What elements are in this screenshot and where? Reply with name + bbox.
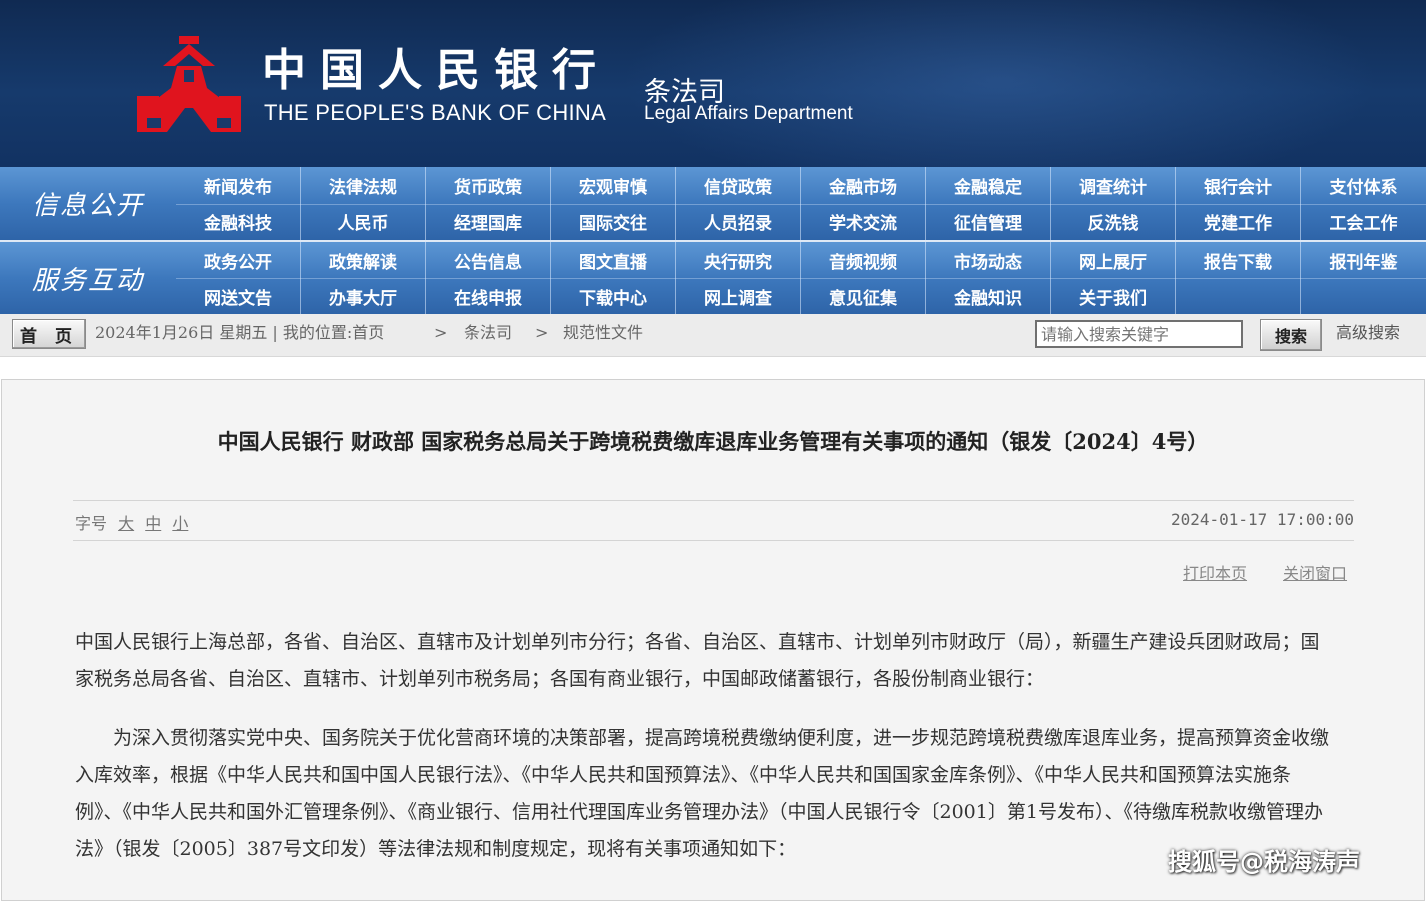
nav-item-credit-reference[interactable]: 征信管理 xyxy=(926,203,1051,240)
nav-item-party-building[interactable]: 党建工作 xyxy=(1176,203,1301,240)
breadcrumb-bar: 首 页 2024年1月26日 星期五 | 我的位置:首页 > 条法司 > 规范性… xyxy=(0,314,1426,357)
nav-item-news[interactable]: 新闻发布 xyxy=(176,167,301,204)
nav-item-empty xyxy=(1176,278,1301,314)
nav-item-treasury[interactable]: 经理国库 xyxy=(426,203,551,240)
bank-name-en: THE PEOPLE'S BANK OF CHINA xyxy=(264,100,607,125)
nav-item-report-download[interactable]: 报告下载 xyxy=(1176,242,1301,278)
nav-item-opinion-collection[interactable]: 意见征集 xyxy=(801,278,926,314)
nav-item-online-exhibition[interactable]: 网上展厅 xyxy=(1051,242,1176,278)
nav-item-financial-stability[interactable]: 金融稳定 xyxy=(926,167,1051,204)
nav-item-live-broadcast[interactable]: 图文直播 xyxy=(551,242,676,278)
publish-time: 2024-01-17 17:00:00 xyxy=(1170,510,1354,529)
nav-item-online-survey[interactable]: 网上调查 xyxy=(676,278,801,314)
article-paragraph: 为深入贯彻落实党中央、国务院关于优化营商环境的决策部署，提高跨境税费缴纳便利度，… xyxy=(75,727,1330,860)
nav-item-academic[interactable]: 学术交流 xyxy=(801,203,926,240)
nav-info-row1: 新闻发布 法律法规 货币政策 宏观审慎 信贷政策 金融市场 金融稳定 调查统计 … xyxy=(176,167,1426,204)
advanced-search-link[interactable]: 高级搜索 xyxy=(1336,321,1400,345)
nav-item-service-hall[interactable]: 办事大厅 xyxy=(301,278,426,314)
nav-info-title: 信息公开 xyxy=(31,191,144,221)
pboc-logo-icon xyxy=(137,36,241,132)
breadcrumb-separator: > xyxy=(434,323,448,342)
bank-name-cn: 中国人民银行 xyxy=(262,45,610,96)
nav-service-row2: 网送文告 办事大厅 在线申报 下载中心 网上调查 意见征集 金融知识 关于我们 xyxy=(176,278,1426,314)
nav-service-title: 服务互动 xyxy=(31,265,144,296)
nav-item-about-us[interactable]: 关于我们 xyxy=(1051,278,1176,314)
nav-item-gov-affairs[interactable]: 政务公开 xyxy=(176,242,301,278)
breadcrumb-separator: > xyxy=(535,323,549,342)
font-size-large[interactable]: 大 xyxy=(118,514,134,533)
nav-item-market-news[interactable]: 市场动态 xyxy=(926,242,1051,278)
nav-item-empty xyxy=(1301,278,1426,314)
department-name-en: Legal Affairs Department xyxy=(644,103,853,124)
breadcrumb-item-normative-docs[interactable]: 规范性文件 xyxy=(563,321,643,345)
nav-item-financial-knowledge[interactable]: 金融知识 xyxy=(926,278,1051,314)
banner-glow xyxy=(620,0,1380,167)
font-size-label: 字号 xyxy=(75,514,108,533)
nav-item-announcements[interactable]: 公告信息 xyxy=(426,242,551,278)
nav-item-international[interactable]: 国际交往 xyxy=(551,203,676,240)
divider xyxy=(73,540,1354,541)
nav-service-block: 服务互动 政务公开 政策解读 公告信息 图文直播 央行研究 音频视频 市场动态 … xyxy=(0,242,1426,314)
nav-item-monetary-policy[interactable]: 货币政策 xyxy=(426,167,551,204)
article-title: 中国人民银行 财政部 国家税务总局关于跨境税费缴库退库业务管理有关事项的通知（银… xyxy=(217,429,1209,454)
breadcrumb-item-legal-dept[interactable]: 条法司 xyxy=(464,321,512,345)
search-input[interactable] xyxy=(1035,320,1243,348)
home-button[interactable]: 首 页 xyxy=(12,319,86,349)
nav-item-laws[interactable]: 法律法规 xyxy=(301,167,426,204)
close-window-link[interactable]: 关闭窗口 xyxy=(1283,560,1347,584)
search-button[interactable]: 搜索 xyxy=(1260,319,1322,351)
nav-item-yearbooks[interactable]: 报刊年鉴 xyxy=(1301,242,1426,278)
nav-item-rmb[interactable]: 人民币 xyxy=(301,203,426,240)
nav-item-audio-video[interactable]: 音频视频 xyxy=(801,242,926,278)
nav-item-macroprudential[interactable]: 宏观审慎 xyxy=(551,167,676,204)
nav-item-bank-accounting[interactable]: 银行会计 xyxy=(1176,167,1301,204)
nav-item-anti-money-laundering[interactable]: 反洗钱 xyxy=(1051,203,1176,240)
nav-service-row1: 政务公开 政策解读 公告信息 图文直播 央行研究 音频视频 市场动态 网上展厅 … xyxy=(176,242,1426,278)
nav-item-credit-policy[interactable]: 信贷政策 xyxy=(676,167,801,204)
nav-item-fintech[interactable]: 金融科技 xyxy=(176,203,301,240)
nav-item-online-declaration[interactable]: 在线申报 xyxy=(426,278,551,314)
article-panel: 中国人民银行 财政部 国家税务总局关于跨境税费缴库退库业务管理有关事项的通知（银… xyxy=(1,379,1425,901)
sohu-watermark: 搜狐号@税海涛声 xyxy=(1168,848,1360,876)
nav-item-payment-system[interactable]: 支付体系 xyxy=(1301,167,1426,204)
nav-item-trade-union[interactable]: 工会工作 xyxy=(1301,204,1426,241)
divider xyxy=(73,500,1354,501)
font-size-medium[interactable]: 中 xyxy=(145,514,161,533)
nav-item-policy-interpretation[interactable]: 政策解读 xyxy=(301,242,426,278)
nav-item-notices[interactable]: 网送文告 xyxy=(176,278,301,314)
print-page-link[interactable]: 打印本页 xyxy=(1183,560,1247,584)
nav-item-download-center[interactable]: 下载中心 xyxy=(551,278,676,314)
header-banner: 中国人民银行 THE PEOPLE'S BANK OF CHINA 条法司 Le… xyxy=(0,0,1426,167)
nav-item-financial-markets[interactable]: 金融市场 xyxy=(801,167,926,204)
nav-item-research[interactable]: 央行研究 xyxy=(676,242,801,278)
article-paragraph: 中国人民银行上海总部，各省、自治区、直辖市及计划单列市分行；各省、自治区、直辖市… xyxy=(75,631,1320,690)
font-size-controls: 字号 大 中 小 xyxy=(75,510,188,534)
nav-info-block: 信息公开 新闻发布 法律法规 货币政策 宏观审慎 信贷政策 金融市场 金融稳定 … xyxy=(0,167,1426,240)
nav-item-statistics[interactable]: 调查统计 xyxy=(1051,167,1176,204)
nav-info-row2: 金融科技 人民币 经理国库 国际交往 人员招录 学术交流 征信管理 反洗钱 党建… xyxy=(176,203,1426,241)
font-size-small[interactable]: 小 xyxy=(172,514,188,533)
nav-item-recruitment[interactable]: 人员招录 xyxy=(676,203,801,240)
date-location-text: 2024年1月26日 星期五 | 我的位置:首页 xyxy=(95,323,385,342)
